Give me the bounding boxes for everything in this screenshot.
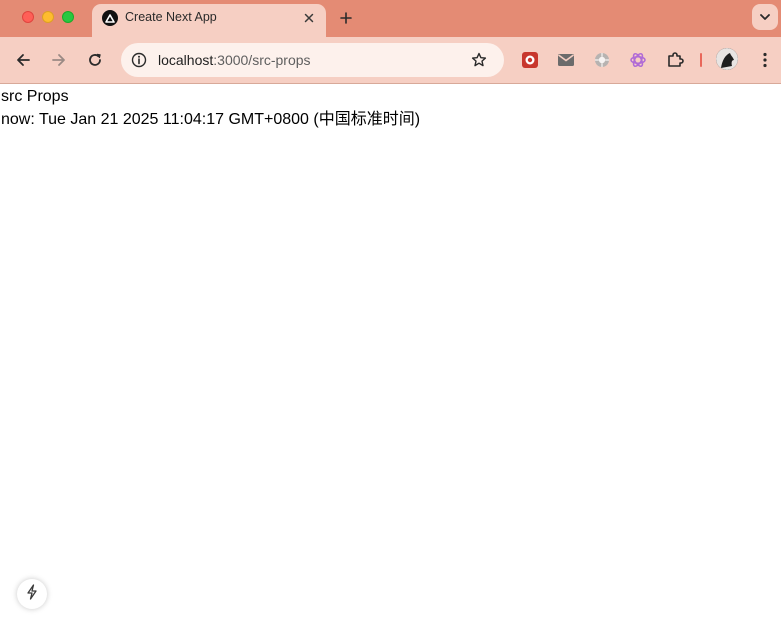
url-host: localhost [158,52,214,68]
gmail-icon[interactable] [556,50,576,70]
nextjs-triangle-icon [102,10,118,26]
back-icon[interactable] [12,49,34,71]
address-url[interactable]: localhost:3000/src-props [158,52,311,68]
openai-icon[interactable] [628,50,648,70]
window-minimize-button[interactable] [42,11,54,23]
reload-icon[interactable] [84,49,106,71]
toolbar-separator [700,53,702,67]
tab-create-next-app[interactable]: Create Next App [92,4,326,37]
tab-title: Create Next App [125,10,217,24]
site-info-icon[interactable] [129,50,149,70]
profile-avatar[interactable] [716,48,738,70]
close-tab-icon[interactable] [299,8,319,28]
page-heading: src Props [1,88,69,105]
window-close-button[interactable] [22,11,34,23]
new-tab-icon[interactable] [335,7,357,29]
page-content: src Props now: Tue Jan 21 2025 11:04:17 … [0,85,781,621]
extension-gray-icon[interactable] [592,50,612,70]
tab-strip: Create Next App [0,0,781,37]
window-maximize-button[interactable] [62,11,74,23]
menu-kebab-icon[interactable] [754,49,776,71]
extension-red-icon[interactable] [520,50,540,70]
url-path: :3000/src-props [213,52,311,68]
browser-toolbar: localhost:3000/src-props [0,37,781,84]
extensions-puzzle-icon[interactable] [665,50,685,70]
address-bar[interactable]: localhost:3000/src-props [121,43,504,77]
nextjs-dev-indicator[interactable] [17,579,47,609]
tab-search-chevron-icon[interactable] [752,4,778,30]
now-timestamp: now: Tue Jan 21 2025 11:04:17 GMT+0800 (… [1,111,421,128]
forward-icon[interactable] [48,49,70,71]
bookmark-star-icon[interactable] [469,50,489,70]
lightning-icon [25,583,39,605]
